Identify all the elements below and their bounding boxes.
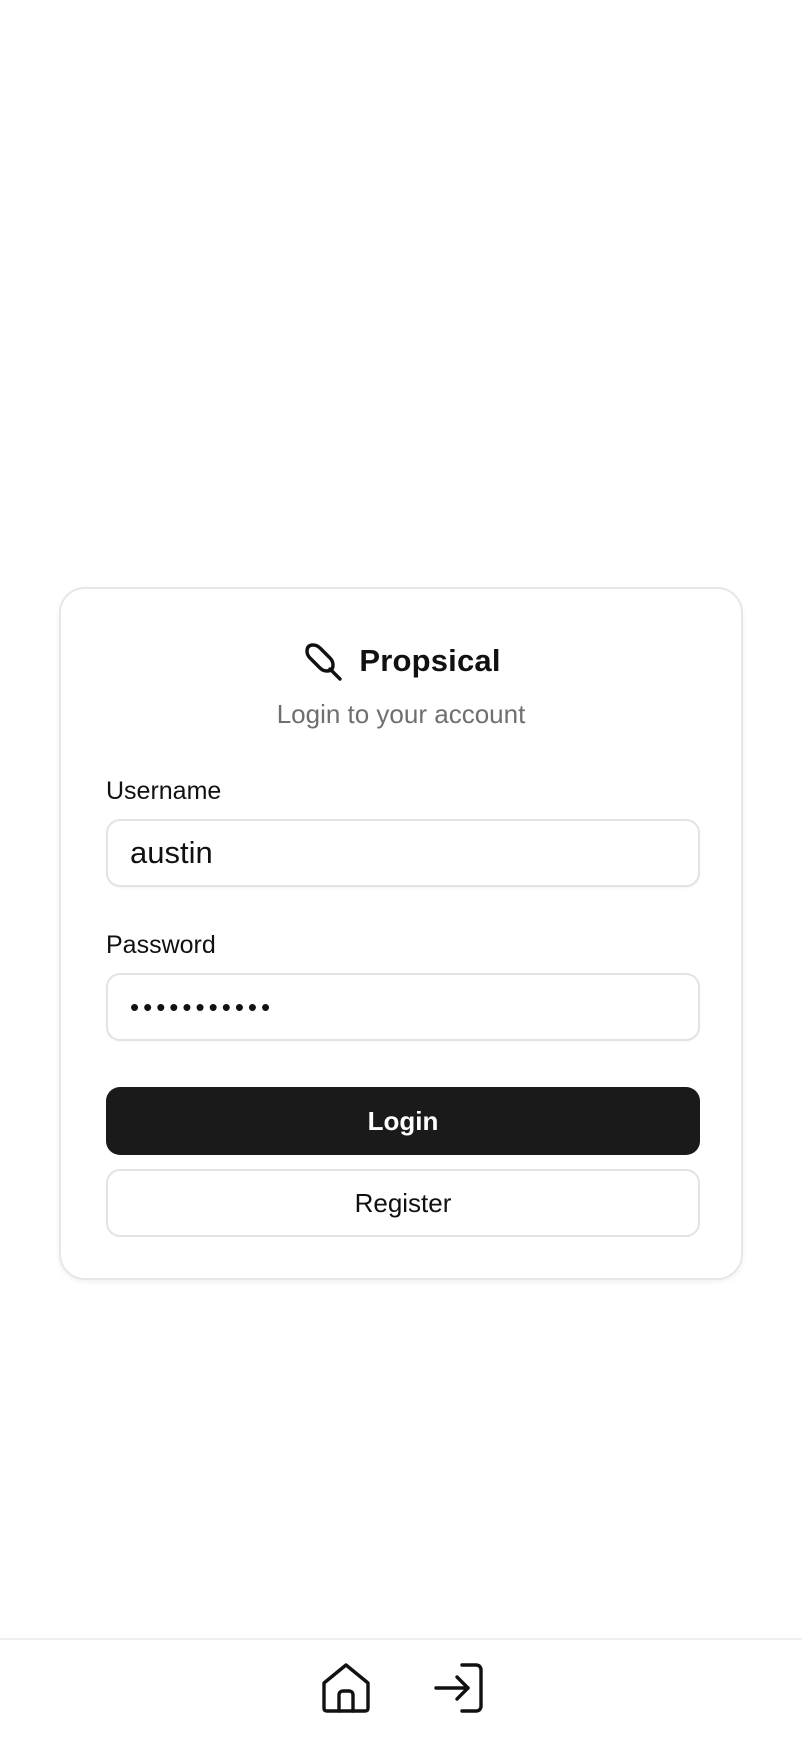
page-subtitle: Login to your account xyxy=(276,699,526,729)
brand-name: Propsical xyxy=(359,643,501,678)
password-value: ••••••••••• xyxy=(130,991,275,1022)
username-value: austin xyxy=(130,835,213,870)
bottom-navigation xyxy=(0,1638,802,1750)
login-icon xyxy=(434,1663,483,1713)
password-input[interactable]: ••••••••••• xyxy=(106,973,700,1041)
password-label: Password xyxy=(106,931,216,959)
home-nav-button[interactable] xyxy=(316,1658,376,1718)
brand-header: Propsical xyxy=(61,637,741,685)
username-label: Username xyxy=(106,777,222,805)
home-icon xyxy=(322,1663,370,1713)
username-input[interactable]: austin xyxy=(106,819,700,887)
login-button[interactable]: Login xyxy=(106,1087,700,1155)
login-nav-button[interactable] xyxy=(429,1658,489,1718)
login-card: Propsical Login to your account Username… xyxy=(59,587,743,1280)
register-button[interactable]: Register xyxy=(106,1169,700,1237)
popsicle-icon xyxy=(305,643,343,681)
